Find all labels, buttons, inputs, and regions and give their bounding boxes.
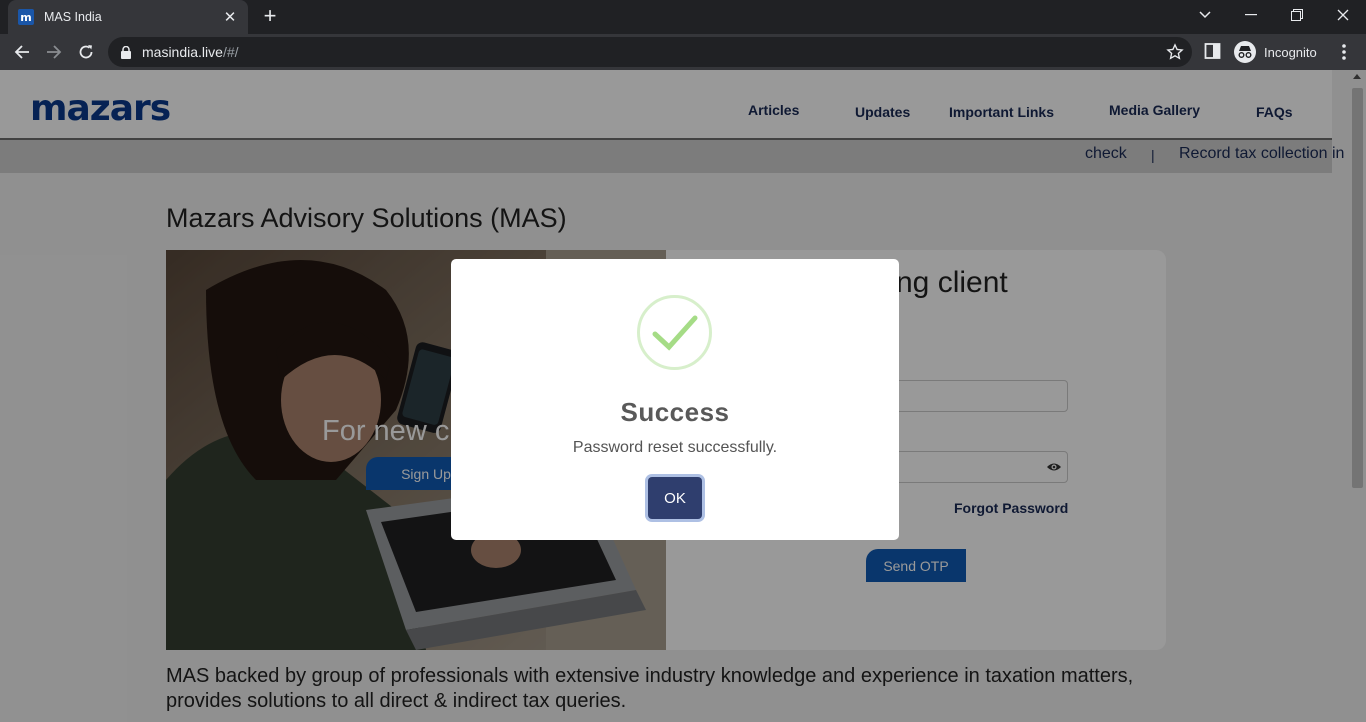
- close-tab-icon[interactable]: ✕: [222, 8, 238, 26]
- favicon-icon: m: [18, 9, 34, 25]
- address-bar[interactable]: masindia.live/#/: [108, 37, 1192, 67]
- forward-icon[interactable]: [40, 38, 68, 66]
- menu-icon[interactable]: [1336, 42, 1352, 62]
- incognito-icon: [1234, 41, 1256, 63]
- success-dialog: Success Password reset successfully. OK: [451, 259, 899, 540]
- new-tab-icon[interactable]: +: [258, 5, 282, 29]
- tab-search-icon[interactable]: [1182, 0, 1228, 30]
- browser-tab-bar: m MAS India ✕ +: [0, 0, 1366, 34]
- incognito-label: Incognito: [1264, 44, 1317, 60]
- page-viewport: mazars Articles Updates Important Links …: [0, 70, 1366, 722]
- browser-toolbar: masindia.live/#/ Incognito: [0, 34, 1366, 70]
- bookmark-star-icon[interactable]: [1166, 43, 1184, 61]
- browser-tab[interactable]: m MAS India ✕: [8, 0, 248, 34]
- dialog-message: Password reset successfully.: [572, 439, 778, 456]
- reload-icon[interactable]: [72, 38, 100, 66]
- lock-icon[interactable]: [120, 45, 132, 59]
- side-panel-icon[interactable]: [1204, 42, 1224, 62]
- checkmark-success-icon: [636, 294, 713, 371]
- tab-title: MAS India: [44, 10, 102, 24]
- url-text: masindia.live/#/: [142, 44, 239, 60]
- minimize-icon[interactable]: [1228, 0, 1274, 30]
- dialog-title: Success: [620, 397, 730, 427]
- incognito-profile[interactable]: Incognito: [1234, 40, 1317, 64]
- close-window-icon[interactable]: [1320, 0, 1366, 30]
- ok-button[interactable]: OK: [648, 477, 702, 519]
- restore-icon[interactable]: [1274, 0, 1320, 30]
- back-icon[interactable]: [8, 38, 36, 66]
